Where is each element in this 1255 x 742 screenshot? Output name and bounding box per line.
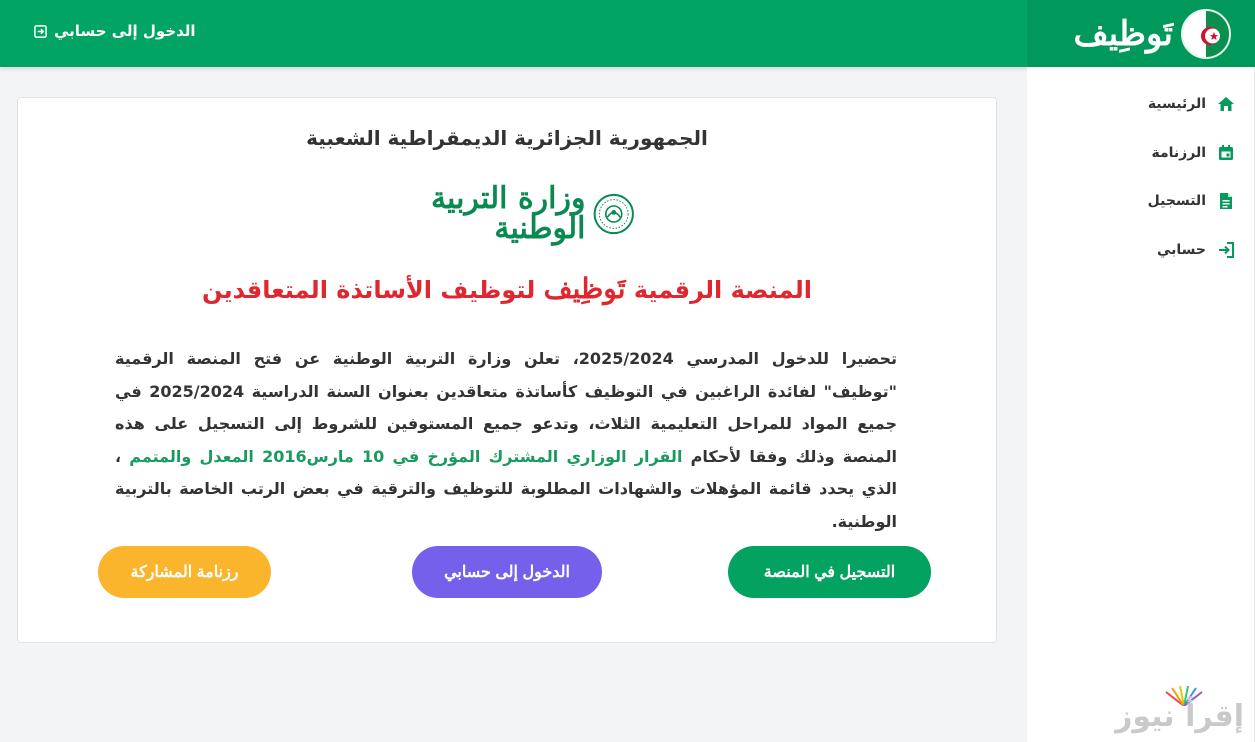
login-button[interactable]: الدخول إلى حسابي [412, 546, 602, 598]
headline-start: المنصة الرقمية [625, 276, 812, 304]
headline-logo: تَوظِيف [543, 272, 626, 305]
calendar-icon [1216, 143, 1236, 163]
algeria-flag-icon [1181, 8, 1231, 59]
sidebar-item-label: حسابي [1156, 242, 1206, 258]
republic-title: الجمهورية الجزائرية الديمقراطية الشعبية [306, 126, 708, 150]
announcement-text: تحضيرا للدخول المدرسي 2025/2024، تعلن وز… [115, 343, 897, 538]
ministry-name: وزارة التربية الوطنية [430, 181, 586, 246]
header-login-link[interactable]: الدخول إلى حسابي [34, 22, 196, 40]
sidebar-item-label: الرئيسية [1147, 96, 1206, 112]
sidebar-item-label: الرزنامة [1151, 145, 1207, 161]
headline-end: لتوظيف الأساتذة المتعاقدين [202, 276, 544, 304]
watermark: إقرأ نيوز [1115, 699, 1244, 734]
home-icon [1216, 94, 1236, 114]
sidebar-item-label: التسجيل [1147, 193, 1206, 209]
sidebar: الرئيسية الرزنامة التسجيل حسابي إقرأ نيو… [1027, 67, 1255, 742]
brand-area[interactable]: تَوظِيف [1027, 0, 1255, 67]
header-login-label: الدخول إلى حسابي [54, 22, 196, 40]
sign-in-icon [1216, 240, 1236, 260]
sidebar-item-calendar[interactable]: الرزنامة [1152, 140, 1237, 166]
ministry-emblem-icon [594, 193, 635, 235]
brand-logo: تَوظِيف [1073, 13, 1173, 54]
calendar-button[interactable]: رزنامة المشاركة [98, 546, 271, 598]
ministry-logo: وزارة التربية الوطنية [381, 182, 635, 246]
sidebar-item-home[interactable]: الرئيسية [1148, 91, 1236, 117]
main-card: الجمهورية الجزائرية الديمقراطية الشعبية … [17, 97, 997, 643]
sidebar-item-register[interactable]: التسجيل [1148, 188, 1236, 214]
sidebar-item-account[interactable]: حسابي [1157, 237, 1236, 263]
decree-link[interactable]: القرار الوزاري المشترك المؤرخ في 10 مارس… [129, 447, 682, 466]
document-icon [1216, 191, 1236, 211]
top-navbar: تَوظِيف الدخول إلى حسابي [0, 0, 1255, 67]
sign-in-icon [34, 24, 47, 38]
platform-headline: المنصة الرقمية تَوظِيف لتوظيف الأساتذة ا… [18, 272, 996, 305]
register-button[interactable]: التسجيل في المنصة [728, 546, 931, 598]
